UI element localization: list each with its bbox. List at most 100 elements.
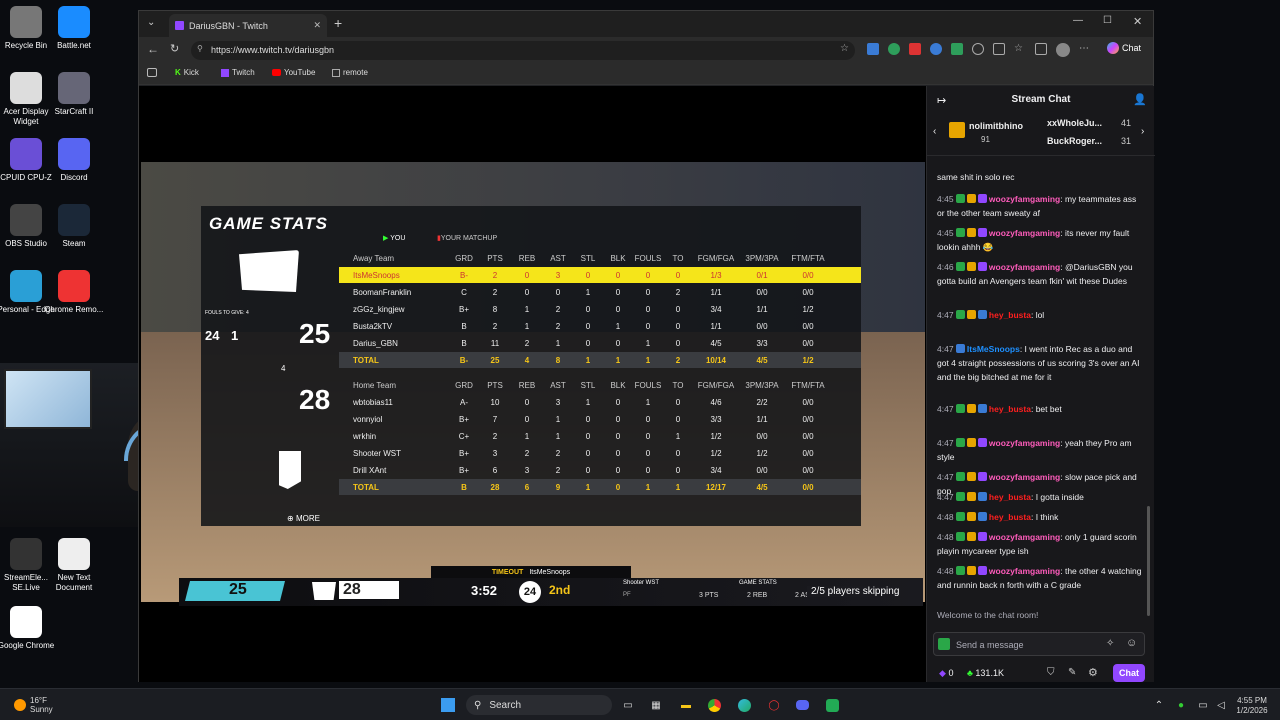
chat-username[interactable]: ItsMeSnoops (967, 344, 1020, 354)
tab-you[interactable]: ▶ YOU (383, 234, 405, 242)
chat-username[interactable]: hey_busta (989, 310, 1031, 320)
chat-badge-icon[interactable] (977, 194, 987, 203)
bookmarks-menu-icon[interactable] (147, 68, 157, 77)
maximize-button[interactable]: ☐ (1103, 15, 1112, 26)
ext-icon-7[interactable] (993, 43, 1005, 55)
chat-badge-icon[interactable] (966, 472, 976, 481)
stream-player[interactable]: GAME STATS FOULS TO GIVE: 4 24 1 25 4 28… (139, 86, 926, 682)
chat-badge-icon[interactable] (966, 262, 976, 271)
chat-badge-icon[interactable] (977, 532, 987, 541)
desktop-icon[interactable]: Steam (43, 204, 105, 249)
ext-icon-3[interactable] (909, 43, 921, 55)
leaderboard-prev-icon[interactable]: ‹ (933, 126, 936, 137)
chat-badge-icon[interactable] (955, 228, 965, 237)
copilot-chat-button[interactable]: Chat (1107, 42, 1141, 54)
weather-widget[interactable]: 16°F Sunny (14, 695, 60, 715)
chat-badge-icon[interactable] (977, 512, 987, 521)
chat-badge-icon[interactable] (938, 638, 950, 650)
chat-badge-icon[interactable] (977, 262, 987, 271)
chat-badge-icon[interactable] (955, 344, 965, 353)
chat-username[interactable]: hey_busta (989, 492, 1031, 502)
chat-badge-icon[interactable] (955, 492, 965, 501)
desktop-icon[interactable]: Google Chrome (0, 606, 57, 651)
chat-badge-icon[interactable] (966, 438, 976, 447)
taskbar-search[interactable]: ⚲ Search (466, 695, 612, 715)
tab-close-icon[interactable]: ✕ (313, 20, 321, 31)
leaderboard-next-icon[interactable]: › (1141, 126, 1144, 137)
chat-username[interactable]: woozyfamgaming (989, 228, 1060, 238)
chat-badge-icon[interactable] (955, 310, 965, 319)
chat-badge-icon[interactable] (955, 566, 965, 575)
task-view-icon[interactable]: ▭ (620, 695, 636, 715)
chat-send-button[interactable]: Chat (1113, 664, 1145, 682)
ext-icon-2[interactable] (888, 43, 900, 55)
desktop-icon[interactable]: New Text Document (43, 538, 105, 593)
emote-icon[interactable]: ☺ (1126, 637, 1137, 649)
settings-icon[interactable]: ⚙ (1088, 666, 1098, 679)
chat-badge-icon[interactable] (977, 228, 987, 237)
chat-badge-icon[interactable] (977, 472, 987, 481)
bookmark-kick[interactable]: K Kick (175, 68, 199, 77)
chat-badge-icon[interactable] (955, 472, 965, 481)
chat-input[interactable]: Send a message ✧ ☺ (933, 632, 1145, 656)
ext-icon-5[interactable] (951, 43, 963, 55)
back-icon[interactable]: ← (147, 42, 159, 56)
chat-username[interactable]: hey_busta (989, 404, 1031, 414)
bookmark-youtube[interactable]: YouTube (272, 68, 315, 77)
chat-badge-icon[interactable] (977, 438, 987, 447)
desktop-icon[interactable]: Battle.net (43, 6, 105, 51)
chrome-taskbar-icon[interactable] (706, 695, 722, 715)
chat-username[interactable]: woozyfamgaming (989, 472, 1060, 482)
start-button[interactable] (440, 695, 456, 715)
profile-avatar[interactable] (1056, 43, 1070, 57)
chat-username[interactable]: woozyfamgaming (989, 194, 1060, 204)
extension-icons[interactable]: ☆ ⋯ (867, 43, 1089, 57)
bits-balance[interactable]: ♣ 131.1K (967, 668, 1004, 678)
chat-badge-icon[interactable] (955, 438, 965, 447)
chat-badge-icon[interactable] (966, 404, 976, 413)
chat-username[interactable]: woozyfamgaming (989, 532, 1060, 542)
pen-icon[interactable]: ✎ (1068, 667, 1076, 678)
users-icon[interactable]: 👤 (1133, 93, 1147, 106)
minimize-button[interactable]: — (1073, 15, 1083, 26)
desktop-icon[interactable]: Chrome Remo... (43, 270, 105, 315)
chat-username[interactable]: hey_busta (989, 512, 1031, 522)
ext-icon-1[interactable] (867, 43, 879, 55)
chat-badge-icon[interactable] (966, 194, 976, 203)
bookmark-twitch[interactable]: Twitch (221, 68, 255, 77)
chat-badge-icon[interactable] (977, 566, 987, 575)
chat-username[interactable]: woozyfamgaming (989, 566, 1060, 576)
chat-badge-icon[interactable] (966, 566, 976, 575)
close-button[interactable]: ✕ (1133, 15, 1142, 28)
chat-username[interactable]: woozyfamgaming (989, 262, 1060, 272)
chat-badge-icon[interactable] (977, 492, 987, 501)
discord-taskbar-icon[interactable] (794, 695, 810, 715)
bookmark-remote[interactable]: remote (332, 68, 368, 77)
mic-icon[interactable]: ● (1174, 695, 1188, 715)
tab-matchup[interactable]: ▮YOUR MATCHUP (437, 234, 497, 242)
desktop-icon[interactable]: Discord (43, 138, 105, 183)
ext-icon-4[interactable] (930, 43, 942, 55)
chat-badge-icon[interactable] (955, 194, 965, 203)
mod-shield-icon[interactable]: ⛉ (1047, 667, 1055, 678)
chat-badge-icon[interactable] (977, 404, 987, 413)
more-button[interactable]: ⊕ MORE (287, 514, 320, 523)
chat-scrollbar[interactable] (1147, 506, 1150, 616)
favorite-star-icon[interactable]: ☆ (840, 43, 849, 54)
chat-badge-icon[interactable] (966, 228, 976, 237)
volume-icon[interactable]: ◁ (1214, 695, 1228, 715)
chat-badge-icon[interactable] (966, 310, 976, 319)
chat-badge-icon[interactable] (955, 404, 965, 413)
channel-points[interactable]: ◆ 0 (939, 668, 953, 679)
chat-badge-icon[interactable] (955, 532, 965, 541)
collections-icon[interactable] (1035, 43, 1047, 55)
widgets-icon[interactable]: ▦ (648, 695, 664, 715)
file-explorer-icon[interactable]: ▬ (678, 695, 694, 715)
desktop-icon[interactable]: StarCraft II (43, 72, 105, 117)
favorites-icon[interactable]: ☆ (1014, 43, 1026, 55)
bits-cheer-icon[interactable]: ✧ (1106, 638, 1114, 649)
url-field[interactable]: ⚲ https://www.twitch.tv/dariusgbn ☆ (191, 41, 855, 60)
more-menu-icon[interactable]: ⋯ (1079, 43, 1089, 57)
app-taskbar-icon[interactable] (824, 695, 840, 715)
network-icon[interactable]: ▭ (1196, 695, 1210, 715)
